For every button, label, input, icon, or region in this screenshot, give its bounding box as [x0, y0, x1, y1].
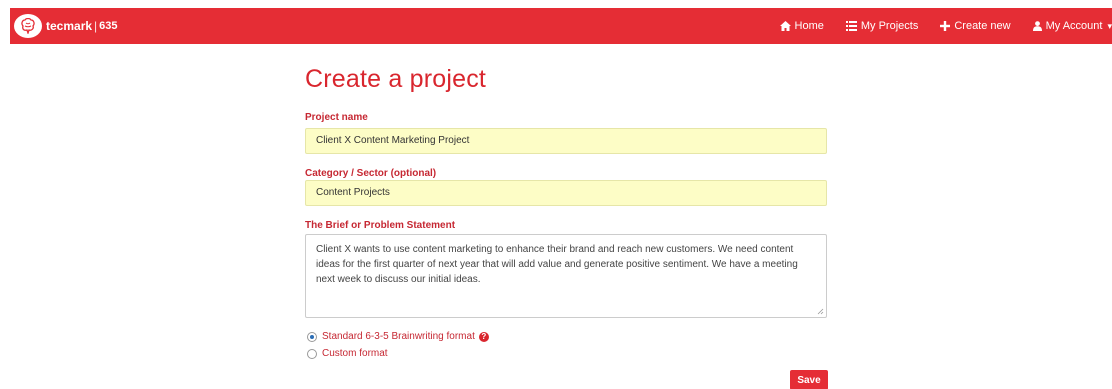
save-button[interactable]: Save [790, 370, 828, 389]
nav-my-account-label: My Account [1045, 20, 1103, 32]
chevron-down-icon: ▾ [1107, 20, 1112, 31]
project-name-input[interactable]: Client X Content Marketing Project [305, 128, 827, 154]
format-option-custom[interactable]: Custom format [307, 348, 388, 359]
help-icon[interactable]: ? [478, 331, 489, 342]
nav-create-new-label: Create new [954, 20, 1011, 32]
nav-my-account[interactable]: My Account ▾ [1032, 20, 1112, 32]
page-title: Create a project [305, 65, 487, 93]
brand[interactable]: tecmark | 635 [10, 14, 118, 38]
home-icon [779, 21, 791, 31]
format-option-standard[interactable]: Standard 6-3-5 Brainwriting format ? [307, 331, 489, 342]
custom-format-label: Custom format [322, 348, 388, 359]
nav-my-projects[interactable]: My Projects [845, 20, 919, 32]
category-label: Category / Sector (optional) [305, 168, 437, 179]
nav-my-projects-label: My Projects [860, 20, 919, 32]
brief-text: Client X wants to use content marketing … [316, 244, 798, 285]
nav-home[interactable]: Home [779, 20, 824, 32]
brand-separator: | [94, 19, 98, 33]
list-icon [845, 21, 857, 31]
plus-icon [940, 21, 951, 31]
custom-format-radio[interactable] [307, 348, 317, 359]
standard-format-label: Standard 6-3-5 Brainwriting format [322, 331, 475, 342]
category-input[interactable]: Content Projects [305, 180, 827, 206]
brief-textarea[interactable]: Client X wants to use content marketing … [305, 234, 827, 318]
create-project-form: Create a project Project name Client X C… [305, 52, 828, 389]
brand-name: tecmark [46, 19, 93, 33]
nav-create-new[interactable]: Create new [940, 20, 1011, 32]
nav-home-label: Home [794, 20, 824, 32]
brief-label: The Brief or Problem Statement [305, 220, 456, 231]
brand-number: 635 [99, 20, 118, 32]
user-icon [1032, 21, 1042, 31]
brain-icon [14, 14, 42, 38]
resize-handle-icon[interactable] [816, 307, 824, 315]
project-name-label: Project name [305, 112, 368, 123]
top-navbar: tecmark | 635 Home My Projects Create ne… [10, 8, 1112, 44]
nav-menu: Home My Projects Create new My Account ▾ [758, 8, 1112, 44]
standard-format-radio[interactable] [307, 331, 317, 342]
